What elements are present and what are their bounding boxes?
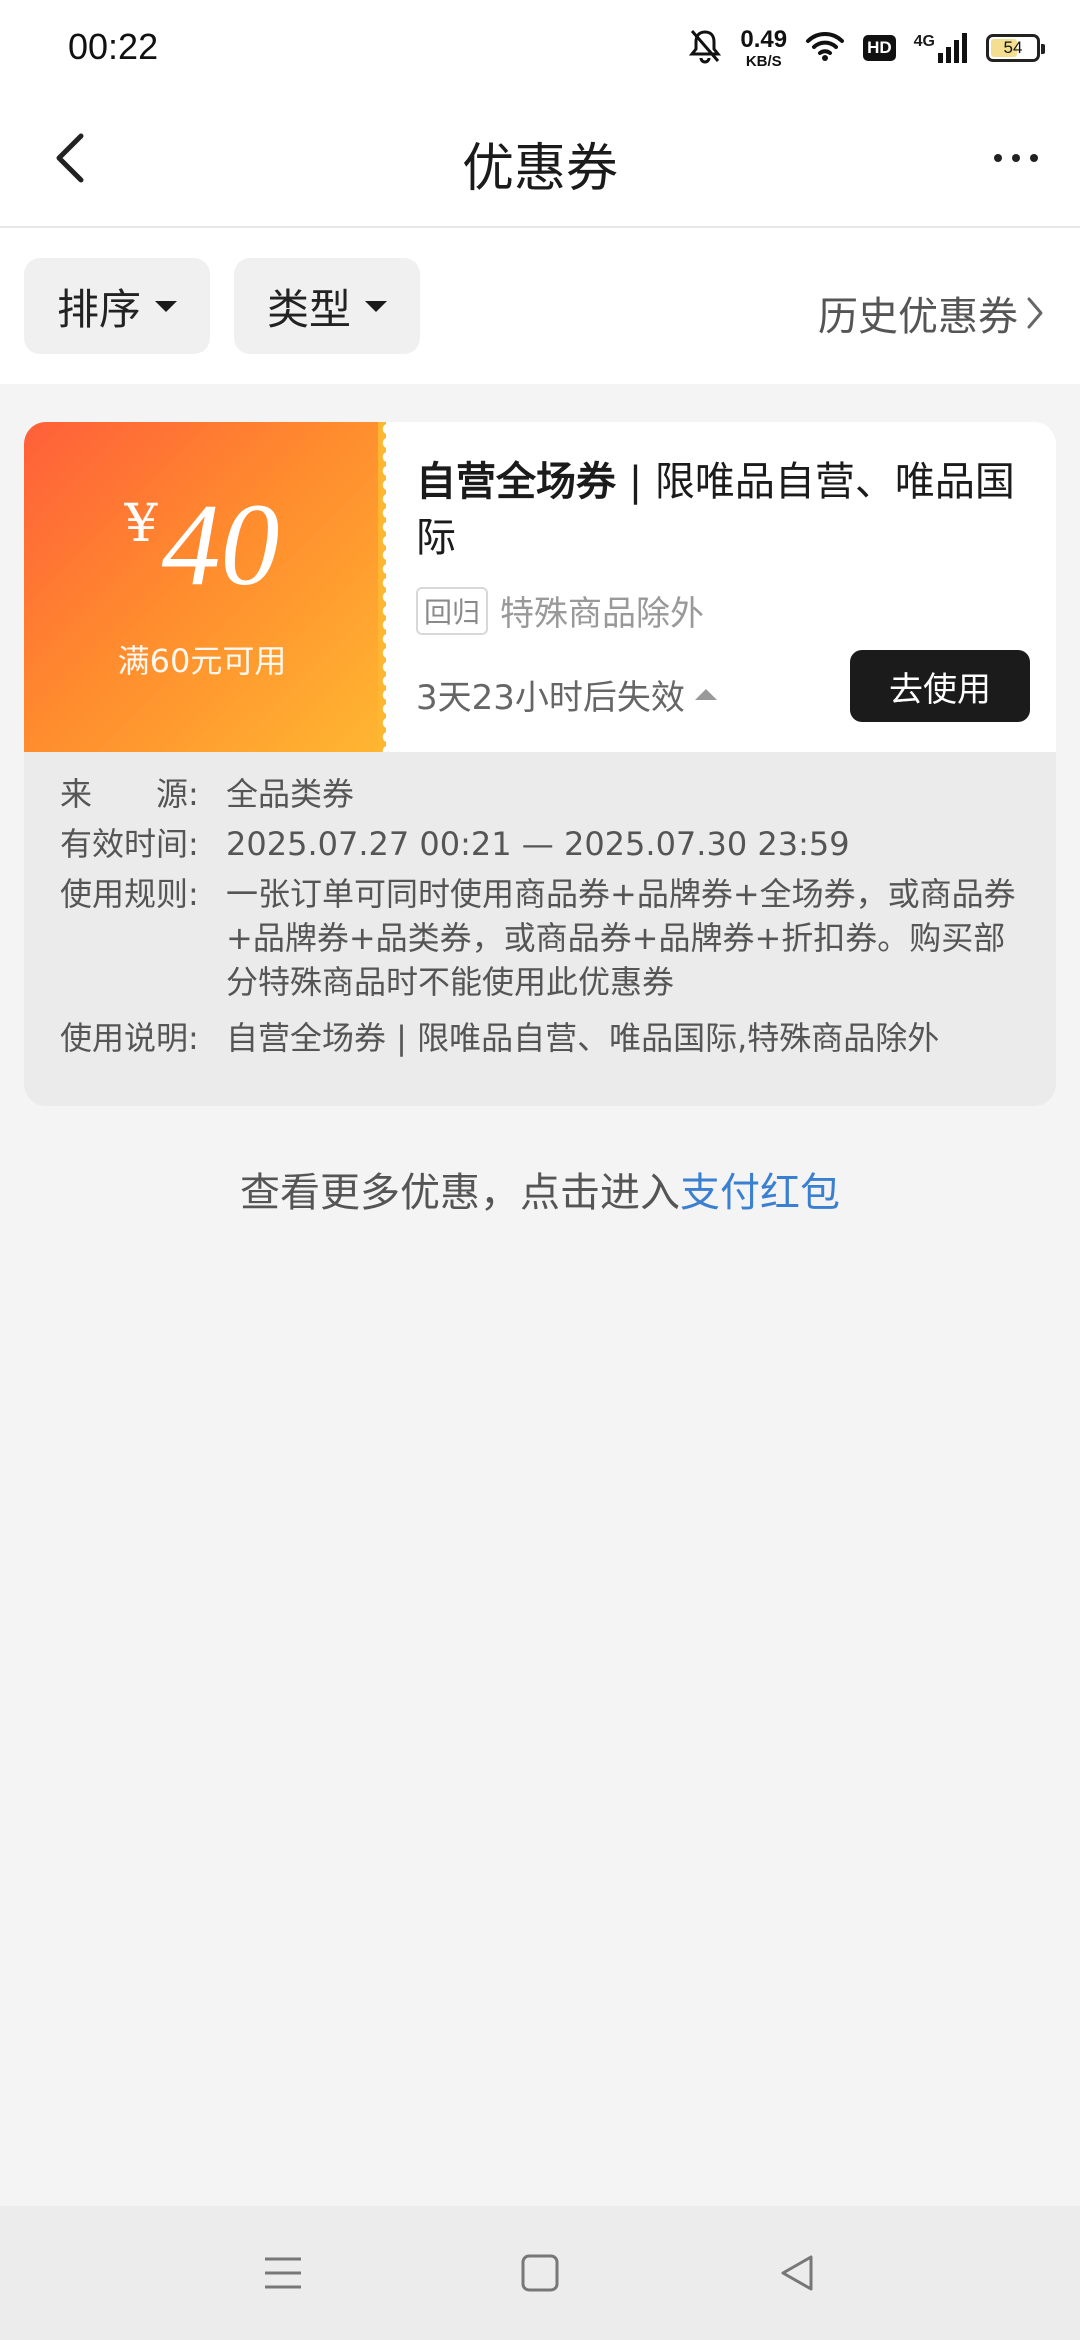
menu-icon [265,2257,301,2289]
coupon-tag-row: 回归 特殊商品除外 [416,586,704,635]
coupon-amount: ¥40 [24,486,380,604]
use-coupon-button[interactable]: 去使用 [850,650,1030,722]
detail-rules-label: 使用规则: [60,875,199,913]
battery-level: 54 [1003,38,1023,57]
detail-source-row: 来 源: 全品类券 [60,772,1020,816]
chevron-right-icon [1027,297,1043,329]
detail-desc-row: 使用说明: 自营全场券 | 限唯品自营、唯品国际,特殊商品除外 [60,1016,1020,1060]
status-icons: 0.49 KB/S HD 4G 54 [688,22,1045,74]
network-speed-value: 0.49 [740,25,788,53]
coupon-amount-value: 40 [161,479,280,610]
caret-up-icon [694,689,717,700]
caret-down-icon [155,300,177,312]
coupon-expire-toggle[interactable]: 3天23小时后失效 [416,670,717,719]
sort-label: 排序 [56,284,141,334]
detail-valid-row: 有效时间: 2025.07.27 00:21 — 2025.07.30 23:5… [60,822,1020,866]
status-bar: 00:22 0.49 KB/S HD 4G 54 [0,0,1080,96]
coupon-note: 特殊商品除外 [500,594,705,634]
hd-icon: HD [863,35,896,61]
cellular-signal-icon: 4G [914,33,968,63]
detail-source-label: 来 源: [60,775,199,813]
detail-rules-row: 使用规则: 一张订单可同时使用商品券+品牌券+全场券，或商品券+品牌券+品类券，… [60,872,1020,1004]
home-button[interactable] [497,2230,583,2316]
home-square-icon [521,2254,559,2292]
nav-header: 优惠券 [0,96,1080,228]
coupon-condition: 满60元可用 [117,642,287,680]
more-promo-text: 查看更多优惠，点击进入 [240,1170,680,1216]
wifi-icon [805,30,845,66]
type-label: 类型 [266,284,351,334]
sort-dropdown[interactable]: 排序 [24,258,210,354]
type-dropdown[interactable]: 类型 [234,258,420,354]
red-packet-link[interactable]: 支付红包 [680,1170,840,1216]
coupon-expire-text: 3天23小时后失效 [416,678,685,718]
history-coupons-link[interactable]: 历史优惠券 [818,284,1044,342]
mute-bell-icon [688,28,722,68]
coupon-title-bold: 自营全场券 [416,459,616,505]
detail-valid-label: 有效时间: [60,825,199,863]
detail-valid-value: 2025.07.27 00:21 — 2025.07.30 23:59 [226,825,850,863]
detail-desc-label: 使用说明: [60,1019,199,1057]
coupon-details: 来 源: 全品类券 有效时间: 2025.07.27 00:21 — 2025.… [24,752,1056,1106]
history-label: 历史优惠券 [818,294,1018,340]
status-time: 00:22 [68,26,159,67]
recent-apps-button[interactable] [240,2230,326,2316]
system-back-button[interactable] [754,2230,840,2316]
coupon-info-panel: 自营全场券 | 限唯品自营、唯品国际 回归 特殊商品除外 3天23小时后失效 去… [386,422,1056,752]
coupon-value-panel: ¥40 满60元可用 [24,422,380,752]
network-speed: 0.49 KB/S [740,25,788,70]
filter-bar: 排序 类型 历史优惠券 [0,228,1080,384]
detail-desc-value: 自营全场券 | 限唯品自营、唯品国际,特殊商品除外 [226,1019,940,1057]
more-promo-line: 查看更多优惠，点击进入支付红包 [0,1160,1080,1218]
caret-down-icon [365,300,387,312]
coupon-card[interactable]: ¥40 满60元可用 自营全场券 | 限唯品自营、唯品国际 回归 特殊商品除外 … [24,422,1056,752]
system-nav-bar [0,2206,1080,2340]
more-dots-icon [994,154,1002,162]
coupon-title: 自营全场券 | 限唯品自营、唯品国际 [416,454,1026,566]
network-speed-unit: KB/S [745,52,782,70]
detail-rules-value: 一张订单可同时使用商品券+品牌券+全场券，或商品券+品牌券+品类券，或商品券+品… [226,875,1016,1001]
currency-symbol: ¥ [124,494,158,554]
coupon-tag: 回归 [416,586,489,635]
detail-source-value: 全品类券 [226,775,355,813]
signal-type-label: 4G [913,33,935,50]
back-triangle-icon [781,2255,813,2291]
page-title: 优惠券 [461,139,618,199]
more-button[interactable] [980,126,1052,190]
battery-icon: 54 [986,34,1045,62]
